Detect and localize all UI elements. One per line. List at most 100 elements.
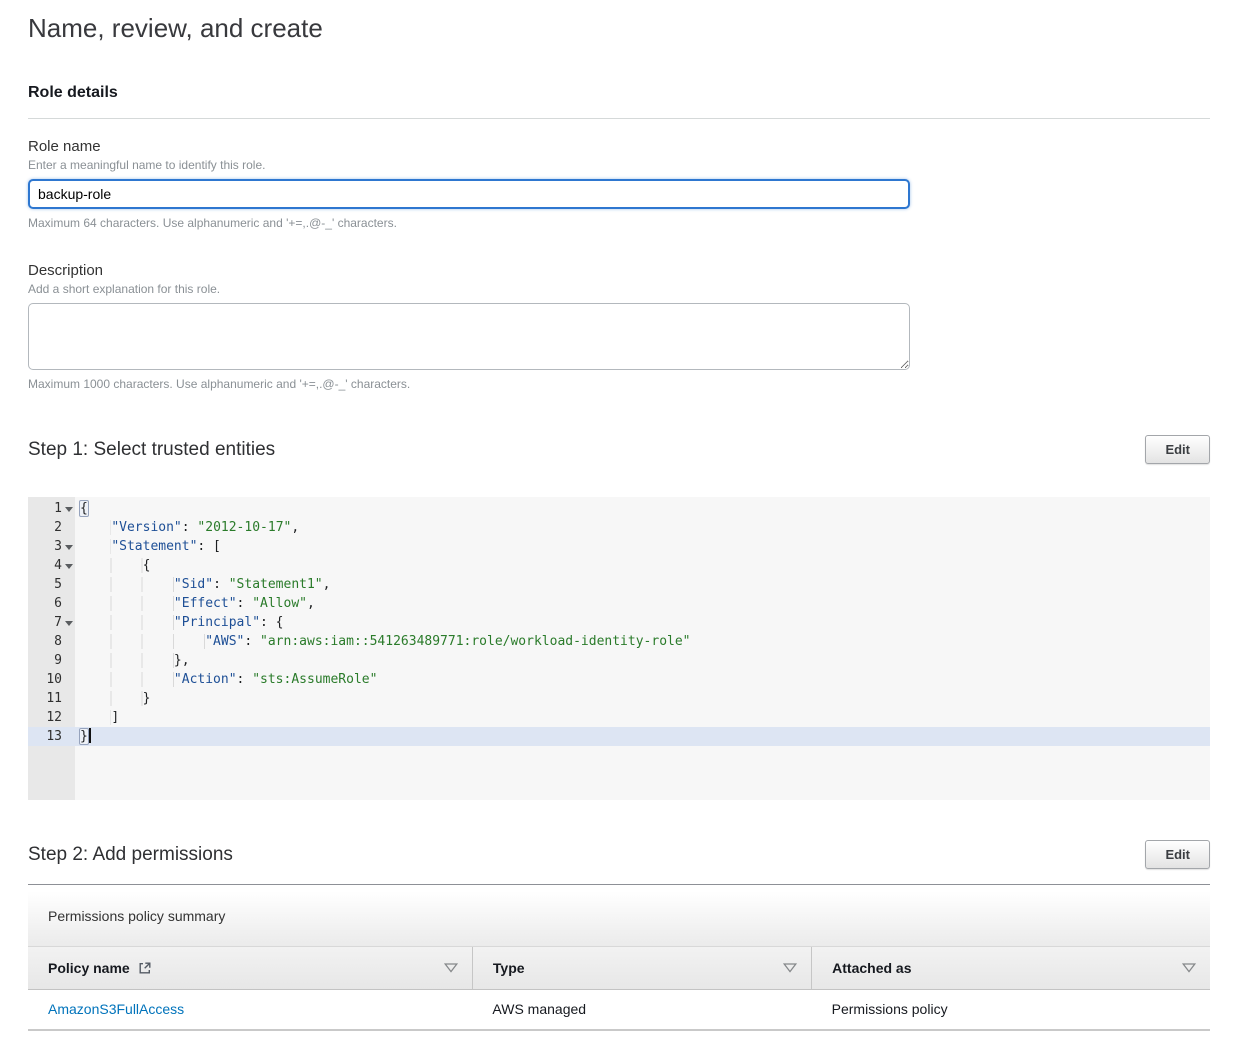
gutter-cell: 3 bbox=[28, 537, 75, 556]
permissions-summary-panel: Permissions policy summary Policy name Ty… bbox=[28, 884, 1210, 1031]
line-number: 8 bbox=[28, 632, 62, 651]
permissions-summary-title: Permissions policy summary bbox=[28, 885, 1210, 947]
role-details-heading: Role details bbox=[28, 84, 1210, 102]
line-number: 3 bbox=[28, 537, 62, 556]
iam-name-review-create-page: Name, review, and create Role details Ro… bbox=[0, 0, 1242, 1031]
line-number: 4 bbox=[28, 556, 62, 575]
code-text: "Effect": "Allow", bbox=[75, 594, 315, 613]
filter-dropdown-icon[interactable] bbox=[444, 963, 458, 973]
gutter-cell: 1 bbox=[28, 499, 75, 518]
fold-caret-icon[interactable] bbox=[62, 556, 75, 575]
filter-dropdown-icon[interactable] bbox=[1182, 963, 1196, 973]
column-header-attached-as[interactable]: Attached as bbox=[812, 947, 1210, 989]
fold-caret-placeholder bbox=[62, 689, 75, 708]
role-name-field: Role name Enter a meaningful name to ide… bbox=[28, 138, 1210, 230]
fold-caret-placeholder bbox=[62, 575, 75, 594]
line-number: 6 bbox=[28, 594, 62, 613]
role-name-label: Role name bbox=[28, 138, 1210, 155]
role-name-input[interactable] bbox=[28, 179, 910, 209]
code-text: { bbox=[75, 499, 88, 518]
fold-caret-placeholder bbox=[62, 518, 75, 537]
line-number: 13 bbox=[28, 727, 62, 746]
editor-line[interactable]: 9 }, bbox=[28, 651, 1210, 670]
policy-name-link[interactable]: AmazonS3FullAccess bbox=[48, 1001, 184, 1017]
code-text: "Statement": [ bbox=[75, 537, 221, 556]
editor-line[interactable]: 6 "Effect": "Allow", bbox=[28, 594, 1210, 613]
fold-caret-placeholder bbox=[62, 594, 75, 613]
editor-line[interactable]: 2 "Version": "2012-10-17", bbox=[28, 518, 1210, 537]
step2-header: Step 2: Add permissions Edit bbox=[28, 840, 1210, 869]
editor-line[interactable]: 10 "Action": "sts:AssumeRole" bbox=[28, 670, 1210, 689]
step2-heading: Step 2: Add permissions bbox=[28, 844, 233, 866]
code-text: "AWS": "arn:aws:iam::541263489771:role/w… bbox=[75, 632, 691, 651]
policy-type-cell: AWS managed bbox=[472, 989, 811, 1030]
editor-line[interactable]: 7 "Principal": { bbox=[28, 613, 1210, 632]
gutter-cell: 13 bbox=[28, 727, 75, 746]
gutter-cell: 4 bbox=[28, 556, 75, 575]
code-text: "Action": "sts:AssumeRole" bbox=[75, 670, 377, 689]
attached-as-cell: Permissions policy bbox=[812, 989, 1210, 1030]
line-number: 11 bbox=[28, 689, 62, 708]
fold-caret-placeholder bbox=[62, 727, 75, 746]
trust-policy-editor[interactable]: 1{2 "Version": "2012-10-17",3 "Statement… bbox=[28, 497, 1210, 800]
fold-caret-placeholder bbox=[62, 632, 75, 651]
fold-caret-icon[interactable] bbox=[62, 613, 75, 632]
editor-line[interactable]: 4 { bbox=[28, 556, 1210, 575]
editor-lines: 1{2 "Version": "2012-10-17",3 "Statement… bbox=[28, 497, 1210, 746]
column-header-policy-name[interactable]: Policy name bbox=[28, 947, 472, 989]
step1-header: Step 1: Select trusted entities Edit bbox=[28, 435, 1210, 464]
gutter-cell: 11 bbox=[28, 689, 75, 708]
line-number: 12 bbox=[28, 708, 62, 727]
role-details-divider bbox=[28, 118, 1210, 119]
description-textarea[interactable] bbox=[28, 303, 910, 370]
gutter-cell: 7 bbox=[28, 613, 75, 632]
fold-caret-placeholder bbox=[62, 708, 75, 727]
editor-line[interactable]: 1{ bbox=[28, 499, 1210, 518]
gutter-cell: 8 bbox=[28, 632, 75, 651]
column-label: Policy name bbox=[48, 960, 130, 976]
column-label: Attached as bbox=[832, 960, 911, 976]
column-header-type[interactable]: Type bbox=[472, 947, 811, 989]
line-number: 10 bbox=[28, 670, 62, 689]
code-text: } bbox=[75, 689, 150, 708]
external-link-icon bbox=[138, 961, 152, 975]
editor-line[interactable]: 5 "Sid": "Statement1", bbox=[28, 575, 1210, 594]
page-title: Name, review, and create bbox=[28, 12, 1210, 44]
policy-name-cell: AmazonS3FullAccess bbox=[28, 989, 472, 1030]
column-label: Type bbox=[493, 960, 525, 976]
code-text: } bbox=[75, 727, 91, 746]
permissions-table: Policy name Type Attached as AmazonS3FullA… bbox=[28, 947, 1210, 1031]
step1-heading: Step 1: Select trusted entities bbox=[28, 439, 275, 461]
code-text: { bbox=[75, 556, 150, 575]
fold-caret-icon[interactable] bbox=[62, 537, 75, 556]
fold-caret-placeholder bbox=[62, 651, 75, 670]
editor-line[interactable]: 3 "Statement": [ bbox=[28, 537, 1210, 556]
code-text: }, bbox=[75, 651, 190, 670]
line-number: 2 bbox=[28, 518, 62, 537]
description-constraint: Maximum 1000 characters. Use alphanumeri… bbox=[28, 377, 1210, 391]
description-help: Add a short explanation for this role. bbox=[28, 282, 1210, 296]
editor-line[interactable]: 12 ] bbox=[28, 708, 1210, 727]
role-name-help: Enter a meaningful name to identify this… bbox=[28, 158, 1210, 172]
step2-edit-button[interactable]: Edit bbox=[1145, 840, 1210, 869]
code-text: "Principal": { bbox=[75, 613, 284, 632]
editor-line[interactable]: 11 } bbox=[28, 689, 1210, 708]
editor-line[interactable]: 13} bbox=[28, 727, 1210, 746]
gutter-cell: 9 bbox=[28, 651, 75, 670]
fold-caret-icon[interactable] bbox=[62, 499, 75, 518]
code-text: "Version": "2012-10-17", bbox=[75, 518, 299, 537]
table-row: AmazonS3FullAccess AWS managedPermissions… bbox=[28, 989, 1210, 1030]
gutter-cell: 2 bbox=[28, 518, 75, 537]
code-text: "Sid": "Statement1", bbox=[75, 575, 330, 594]
line-number: 5 bbox=[28, 575, 62, 594]
gutter-cell: 12 bbox=[28, 708, 75, 727]
description-field: Description Add a short explanation for … bbox=[28, 262, 1210, 391]
text-cursor bbox=[89, 728, 91, 743]
line-number: 7 bbox=[28, 613, 62, 632]
editor-line[interactable]: 8 "AWS": "arn:aws:iam::541263489771:role… bbox=[28, 632, 1210, 651]
role-name-constraint: Maximum 64 characters. Use alphanumeric … bbox=[28, 216, 1210, 230]
description-label: Description bbox=[28, 262, 1210, 279]
filter-dropdown-icon[interactable] bbox=[783, 963, 797, 973]
step1-edit-button[interactable]: Edit bbox=[1145, 435, 1210, 464]
gutter-cell: 10 bbox=[28, 670, 75, 689]
